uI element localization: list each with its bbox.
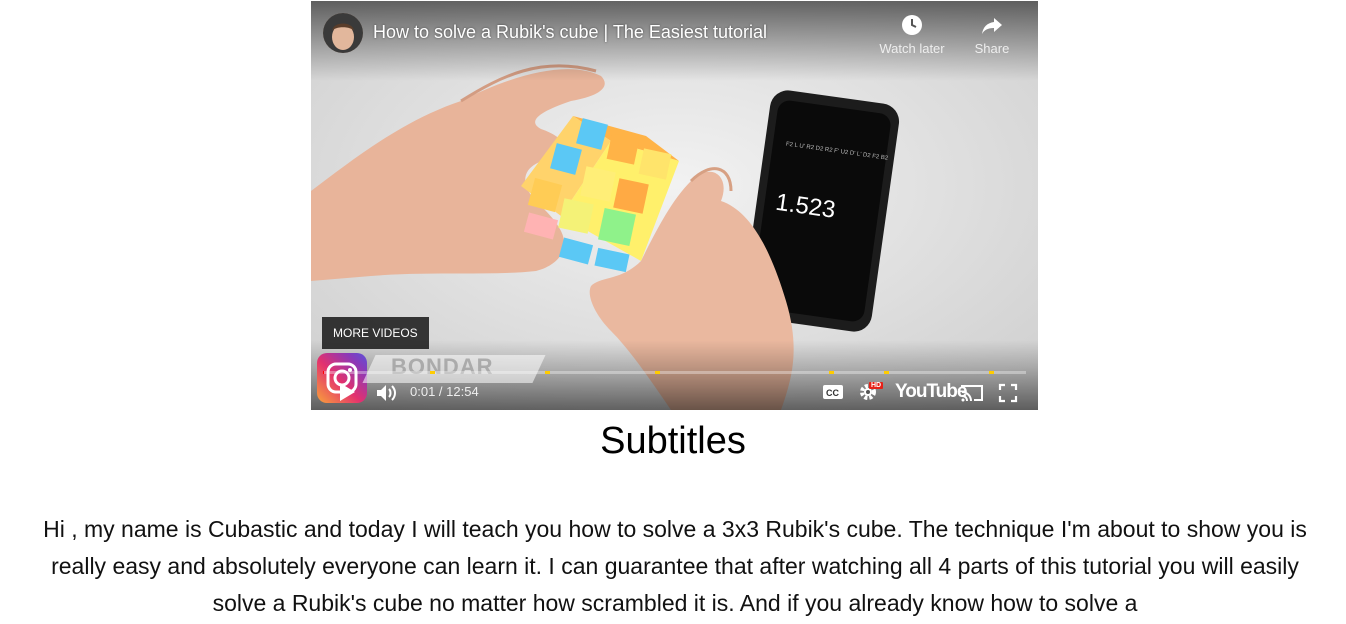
chapter-marker [884, 371, 889, 374]
chapter-marker [545, 371, 550, 374]
play-icon[interactable] [337, 381, 357, 403]
fullscreen-icon[interactable] [998, 383, 1018, 403]
channel-avatar[interactable] [323, 13, 363, 53]
watch-later-label: Watch later [879, 41, 945, 56]
video-title-link[interactable]: How to solve a Rubik's cube | The Easies… [373, 22, 767, 43]
avatar-image [323, 13, 363, 53]
progress-played [323, 371, 324, 374]
more-videos-button[interactable]: MORE VIDEOS [322, 317, 429, 349]
youtube-video-player[interactable]: F2 L U' R2 D2 R2 F' U2 D' L' D2 F2 B2 1.… [311, 1, 1038, 410]
chapter-marker [829, 371, 834, 374]
svg-text:CC: CC [826, 388, 839, 398]
youtube-logo[interactable]: YouTube [895, 381, 967, 403]
clock-icon [902, 15, 922, 35]
subtitles-heading: Subtitles [600, 420, 746, 462]
chapter-marker [655, 371, 660, 374]
hd-badge: HD [869, 382, 884, 389]
time-display: 0:01 / 12:54 [410, 384, 479, 399]
progress-bar[interactable] [323, 371, 1026, 374]
chapter-marker [430, 371, 435, 374]
share-arrow-icon [982, 18, 1002, 34]
cast-icon[interactable] [960, 383, 984, 403]
share-label: Share [974, 41, 1010, 56]
transcript-text: Hi , my name is Cubastic and today I wil… [43, 516, 1307, 616]
volume-icon[interactable] [375, 383, 397, 403]
watch-later-button[interactable]: Watch later [877, 13, 947, 56]
captions-icon[interactable]: CC [822, 384, 844, 400]
channel-watermark-text: BONDAR [391, 354, 494, 379]
share-button[interactable]: Share [957, 13, 1027, 56]
chapter-marker [989, 371, 994, 374]
